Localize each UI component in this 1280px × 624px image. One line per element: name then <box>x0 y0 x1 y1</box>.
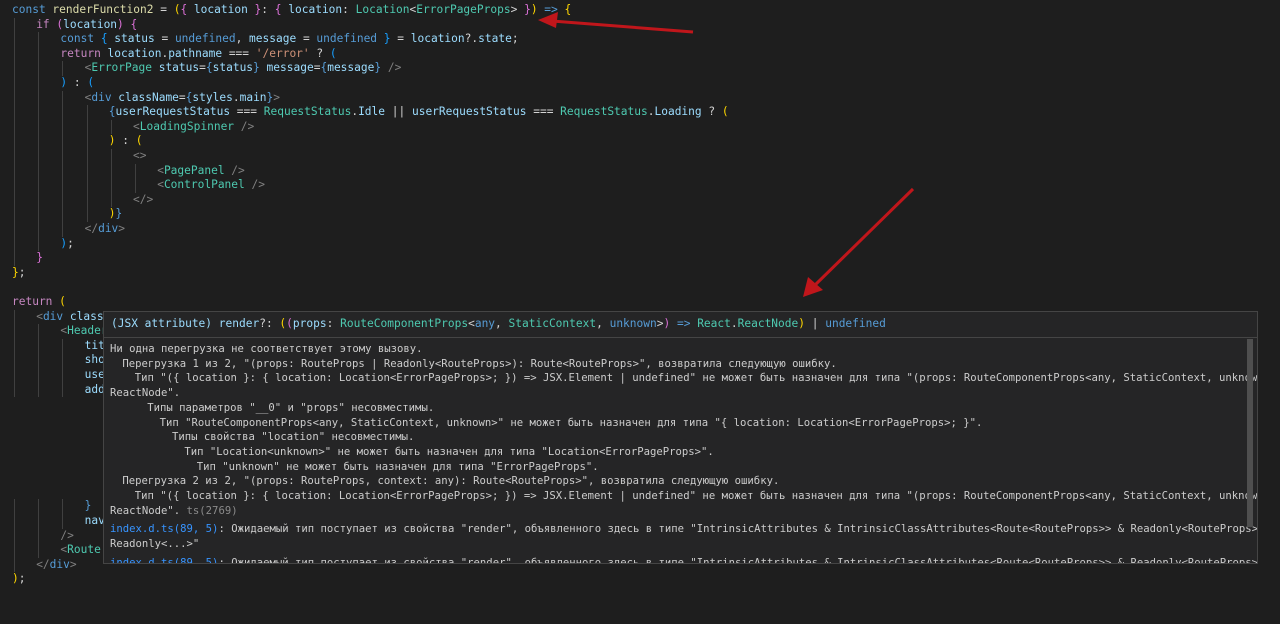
annotation-arrows <box>538 12 915 297</box>
code-editor[interactable]: const renderFunction2 = ({ location }: {… <box>0 0 1280 624</box>
arrow-top <box>538 12 694 34</box>
arrow-diagonal <box>803 187 915 297</box>
